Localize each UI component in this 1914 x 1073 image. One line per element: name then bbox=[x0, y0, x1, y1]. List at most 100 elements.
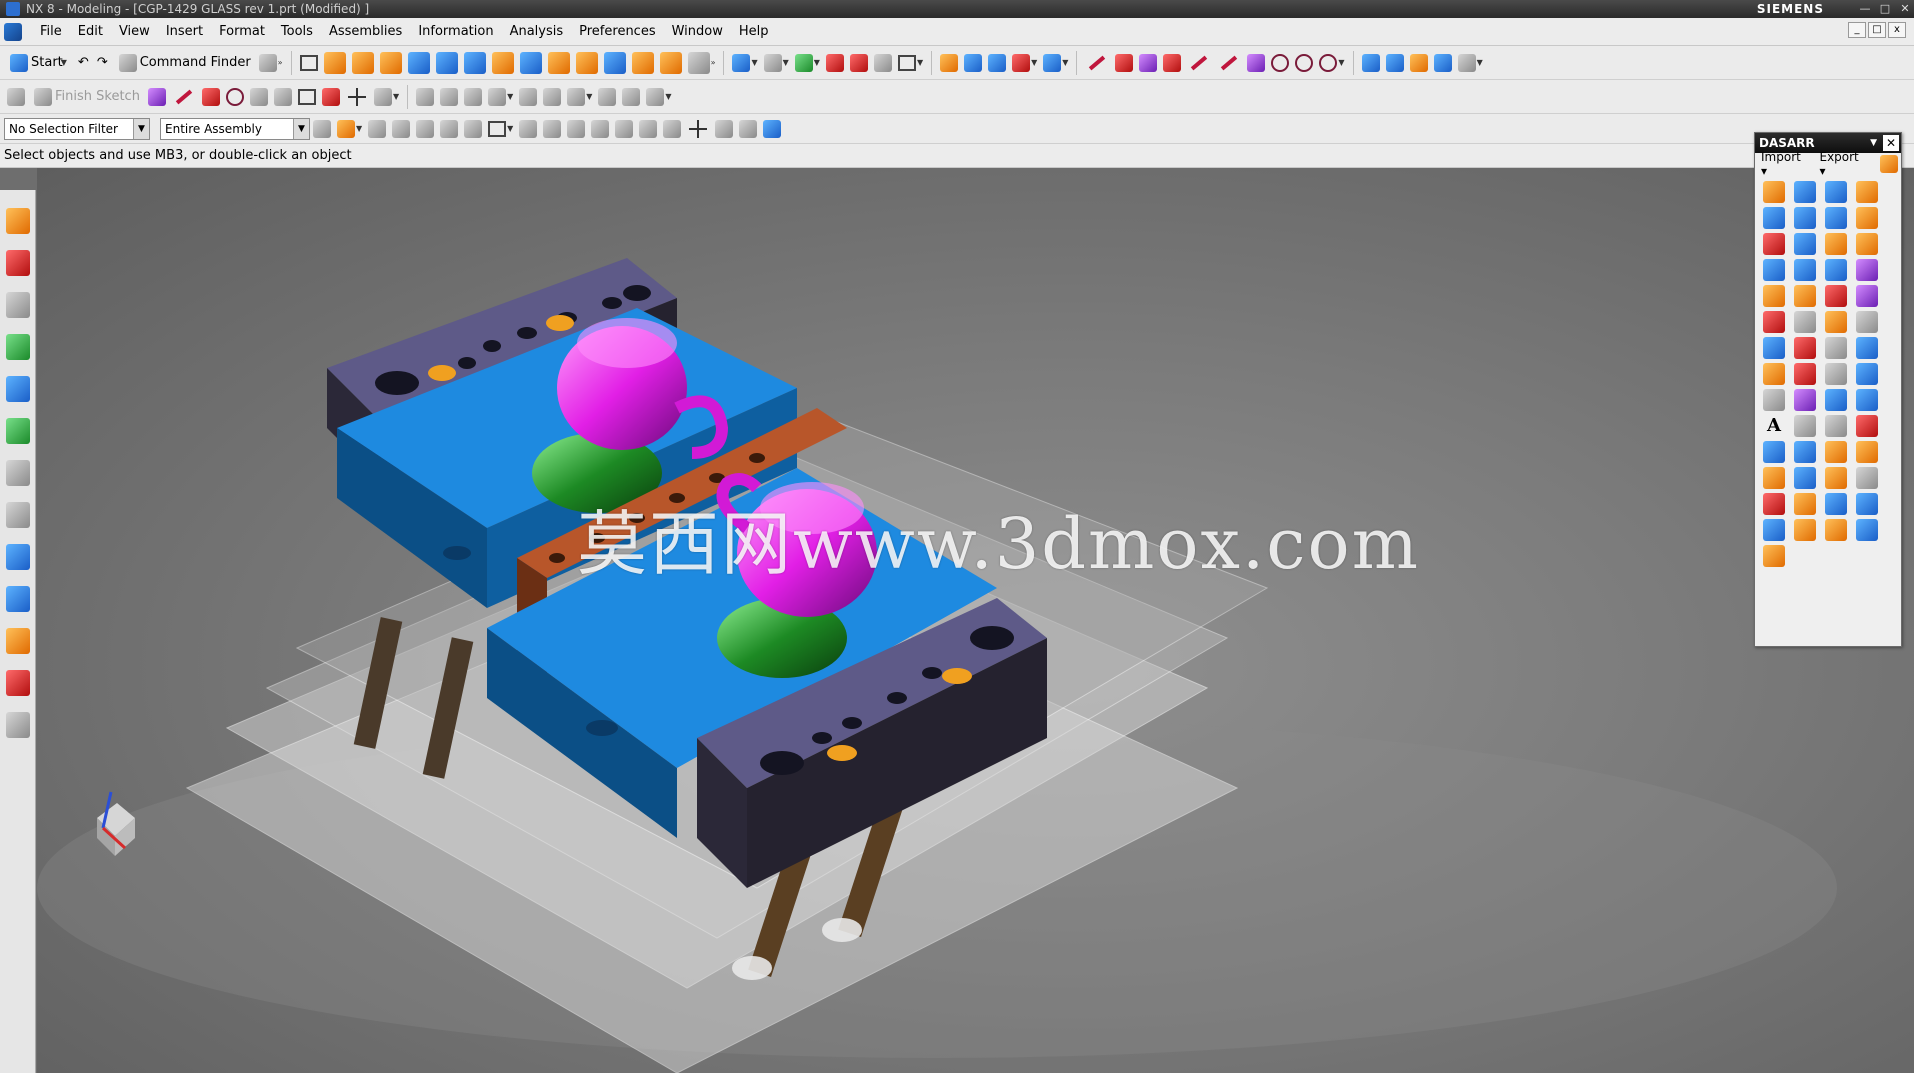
background-icon[interactable] bbox=[897, 54, 916, 71]
mold-assembly-model[interactable] bbox=[37, 168, 1914, 1073]
dasarr-tool-icon[interactable] bbox=[1856, 207, 1878, 229]
dasarr-tool-icon[interactable] bbox=[1794, 467, 1816, 489]
snap-point-on-curve-icon[interactable] bbox=[687, 118, 709, 140]
quick-extend-icon[interactable] bbox=[440, 87, 459, 106]
dasarr-tool-icon[interactable] bbox=[1763, 181, 1785, 203]
wcs-icon[interactable] bbox=[825, 53, 844, 72]
dasarr-tool-icon[interactable] bbox=[1794, 493, 1816, 515]
redo-button[interactable]: ↷ bbox=[94, 50, 111, 76]
point-plus-icon[interactable] bbox=[346, 86, 368, 108]
extrude-icon[interactable] bbox=[323, 51, 346, 74]
close-icon[interactable]: ✕ bbox=[1896, 2, 1914, 16]
maximize-icon[interactable]: □ bbox=[1876, 2, 1894, 16]
sketch-icon[interactable] bbox=[299, 54, 318, 71]
snap-intersection-icon[interactable] bbox=[591, 119, 610, 138]
menu-tools[interactable]: Tools bbox=[273, 24, 321, 39]
dasarr-tool-icon[interactable] bbox=[1856, 311, 1878, 333]
constraint-navigator-icon[interactable] bbox=[5, 250, 30, 276]
dasarr-tool-icon[interactable] bbox=[1825, 389, 1847, 411]
trim-body-icon[interactable] bbox=[631, 51, 654, 74]
shell-icon[interactable] bbox=[547, 51, 570, 74]
menu-format[interactable]: Format bbox=[211, 24, 273, 39]
dasarr-tool-icon[interactable] bbox=[1825, 311, 1847, 333]
split-body-icon[interactable] bbox=[659, 51, 682, 74]
manufacturing-wizards-icon[interactable] bbox=[5, 586, 30, 612]
body-rule-icon[interactable] bbox=[416, 119, 435, 138]
menu-file[interactable]: File bbox=[32, 24, 70, 39]
selection-filter-dropdown[interactable]: No Selection Filter ▼ bbox=[4, 117, 150, 140]
dasarr-tool-icon[interactable] bbox=[1763, 389, 1785, 411]
sketch-chamfer-icon[interactable] bbox=[273, 87, 292, 106]
dasarr-tool-icon[interactable] bbox=[1825, 363, 1847, 385]
surface-icon[interactable] bbox=[1361, 53, 1380, 72]
system-scenes-icon[interactable] bbox=[5, 670, 30, 696]
point-icon[interactable] bbox=[1115, 53, 1134, 72]
fillet-curve-icon[interactable] bbox=[1163, 53, 1182, 72]
render-style-icon[interactable] bbox=[763, 53, 782, 72]
dasarr-tool-icon[interactable] bbox=[1794, 259, 1816, 281]
roles-icon[interactable] bbox=[5, 628, 30, 654]
project-curve-icon[interactable] bbox=[988, 53, 1007, 72]
dasarr-tool-icon[interactable] bbox=[1825, 337, 1847, 359]
dasarr-tool-icon[interactable] bbox=[1856, 519, 1878, 541]
dasarr-tool-icon[interactable] bbox=[1856, 389, 1878, 411]
dasarr-tool-icon[interactable] bbox=[1794, 233, 1816, 255]
finish-sketch-button[interactable]: Finish Sketch bbox=[28, 84, 143, 110]
minimize-icon[interactable]: — bbox=[1856, 2, 1874, 16]
dasarr-tool-icon[interactable] bbox=[1856, 363, 1878, 385]
dasarr-tool-icon[interactable] bbox=[1794, 337, 1816, 359]
revolve-icon[interactable] bbox=[351, 51, 374, 74]
component-rule-icon[interactable] bbox=[440, 119, 459, 138]
select-cursor-icon[interactable] bbox=[258, 53, 277, 72]
menu-view[interactable]: View bbox=[111, 24, 158, 39]
dasarr-tool-icon[interactable] bbox=[1763, 285, 1785, 307]
section-view-icon[interactable] bbox=[873, 53, 892, 72]
curve-icon[interactable] bbox=[940, 53, 959, 72]
snap-center-icon[interactable] bbox=[615, 119, 634, 138]
dasarr-tool-icon[interactable] bbox=[1825, 233, 1847, 255]
command-finder-button[interactable]: Command Finder bbox=[113, 50, 254, 76]
offset-face-icon[interactable] bbox=[603, 51, 626, 74]
helix-icon[interactable] bbox=[1247, 53, 1266, 72]
text-tool-icon[interactable]: A bbox=[1763, 415, 1785, 437]
dasarr-tool-icon[interactable] bbox=[1763, 545, 1785, 567]
close-icon[interactable]: ✕ bbox=[1883, 135, 1899, 151]
snap-midpoint-icon[interactable] bbox=[543, 119, 562, 138]
boolean-icon[interactable] bbox=[407, 51, 430, 74]
profile-icon[interactable] bbox=[147, 87, 166, 106]
dasarr-tool-icon[interactable] bbox=[1825, 285, 1847, 307]
line-tool-icon[interactable] bbox=[1089, 55, 1106, 70]
snap-endpoint-icon[interactable] bbox=[519, 119, 538, 138]
dasarr-tool-icon[interactable] bbox=[1856, 441, 1878, 463]
through-curves-icon[interactable] bbox=[1385, 53, 1404, 72]
sketch-circle-icon[interactable] bbox=[225, 87, 244, 106]
dasarr-tool-icon[interactable] bbox=[1856, 285, 1878, 307]
dasarr-tool-icon[interactable] bbox=[1825, 415, 1847, 437]
dasarr-tool-icon[interactable] bbox=[1856, 415, 1878, 437]
assembly-navigator-icon[interactable] bbox=[5, 208, 30, 234]
doc-close-icon[interactable]: x bbox=[1888, 22, 1906, 38]
reuse-library-icon[interactable] bbox=[5, 334, 30, 360]
dasarr-tool-icon[interactable] bbox=[1763, 259, 1785, 281]
dasarr-tool-icon[interactable] bbox=[1763, 233, 1785, 255]
spline-icon[interactable] bbox=[964, 53, 983, 72]
select-all-icon[interactable] bbox=[464, 119, 483, 138]
dasarr-tool-icon[interactable] bbox=[1856, 467, 1878, 489]
bounded-plane-icon[interactable] bbox=[1457, 53, 1476, 72]
doc-restore-icon[interactable]: □ bbox=[1868, 22, 1886, 38]
dasarr-tool-icon[interactable] bbox=[1825, 519, 1847, 541]
alternate-solution-icon[interactable] bbox=[646, 87, 665, 106]
import-menu[interactable]: Import ▾ bbox=[1761, 150, 1809, 178]
block-icon[interactable] bbox=[435, 51, 458, 74]
dasarr-tool-icon[interactable] bbox=[1794, 519, 1816, 541]
dasarr-tool-icon[interactable] bbox=[1763, 493, 1785, 515]
dasarr-tool-icon[interactable] bbox=[1856, 493, 1878, 515]
dasarr-tool-icon[interactable] bbox=[1763, 363, 1785, 385]
dasarr-tool-icon[interactable] bbox=[1794, 389, 1816, 411]
clock-icon[interactable] bbox=[5, 460, 30, 486]
menu-analysis[interactable]: Analysis bbox=[502, 24, 572, 39]
edge-blend-icon[interactable] bbox=[491, 51, 514, 74]
dasarr-tool-icon[interactable] bbox=[1825, 493, 1847, 515]
dasarr-tool-icon[interactable] bbox=[1763, 467, 1785, 489]
dasarr-tool-icon[interactable] bbox=[1763, 207, 1785, 229]
